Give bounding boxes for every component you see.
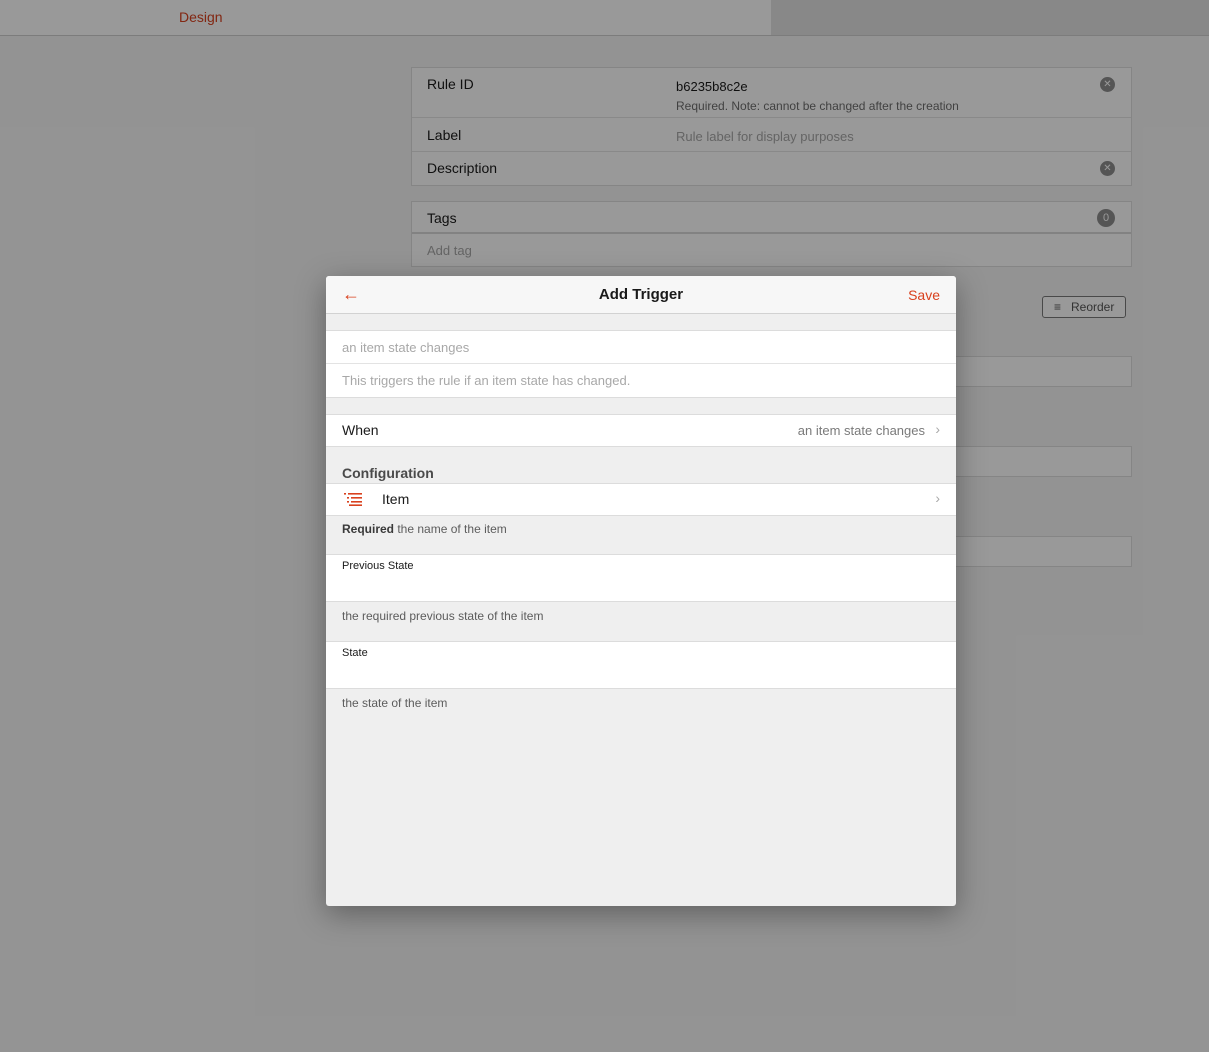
configuration-title: Configuration (342, 465, 434, 481)
trigger-description-row: This triggers the rule if an item state … (326, 364, 956, 397)
chevron-right-icon: › (935, 421, 940, 437)
dialog-header: ← Add Trigger Save (326, 276, 956, 314)
trigger-label-row: an item state changes (326, 331, 956, 364)
item-help-required: Required (342, 522, 395, 536)
trigger-description-input[interactable]: This triggers the rule if an item state … (342, 373, 630, 388)
trigger-info-list: an item state changes This triggers the … (326, 330, 956, 398)
state-help: the state of the item (342, 696, 448, 710)
previous-state-label: Previous State (342, 560, 414, 572)
dialog-title: Add Trigger (598, 286, 684, 303)
item-help-text: Required the name of the item (342, 522, 507, 536)
when-row[interactable]: When an item state changes › (326, 414, 956, 447)
state-field: State (326, 641, 956, 689)
previous-state-field: Previous State (326, 554, 956, 602)
when-label: When (342, 422, 379, 438)
chevron-right-icon: › (935, 490, 940, 506)
item-label: Item (382, 491, 410, 507)
when-value: an item state changes (797, 423, 925, 438)
state-label: State (342, 647, 368, 659)
previous-state-input[interactable] (342, 577, 940, 597)
item-list-icon (344, 493, 362, 506)
save-button[interactable]: Save (908, 287, 940, 303)
state-input[interactable] (342, 664, 940, 684)
previous-state-help: the required previous state of the item (342, 609, 544, 623)
trigger-label-input[interactable]: an item state changes (342, 340, 469, 355)
add-trigger-dialog: ← Add Trigger Save an item state changes… (326, 276, 956, 906)
item-picker-row[interactable]: Item › (326, 483, 956, 516)
item-help-description: the name of the item (394, 522, 507, 536)
